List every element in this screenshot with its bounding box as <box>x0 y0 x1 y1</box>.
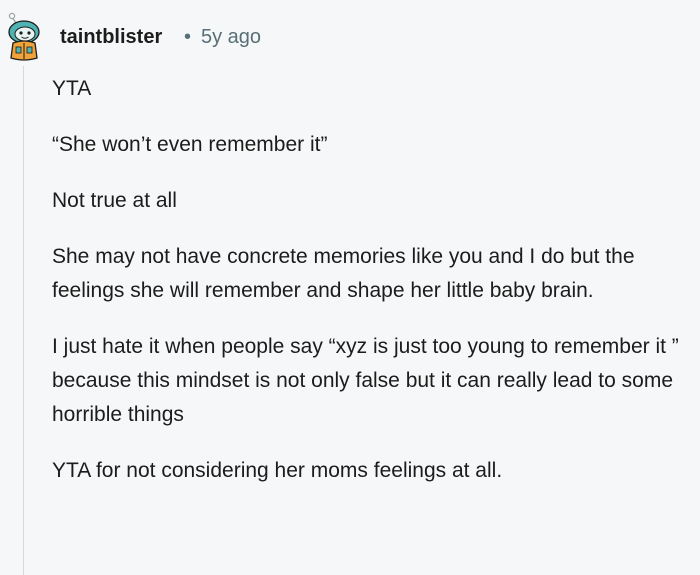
comment-paragraph: YTA for not considering her moms feeling… <box>52 459 503 482</box>
meta-separator: • <box>184 26 192 48</box>
comment-paragraph: “She won’t even remember it” <box>52 133 328 156</box>
comment-paragraph: YTA <box>52 77 92 100</box>
comment-body: YTA “She won’t even remember it” Not tru… <box>52 72 692 510</box>
comment-author[interactable]: taintblister <box>60 26 162 49</box>
avatar[interactable] <box>2 12 46 62</box>
thread-line[interactable] <box>23 66 24 575</box>
comment-paragraph: I just hate it when people say “xyz is j… <box>52 335 679 426</box>
comment-timestamp: 5y ago <box>201 26 262 48</box>
snoo-avatar-icon <box>8 12 40 61</box>
comment-paragraph: She may not have concrete memories like … <box>52 245 635 302</box>
comment: taintblister • 5y ago YTA “She won’t eve… <box>0 0 700 575</box>
comment-paragraph: Not true at all <box>52 189 177 212</box>
